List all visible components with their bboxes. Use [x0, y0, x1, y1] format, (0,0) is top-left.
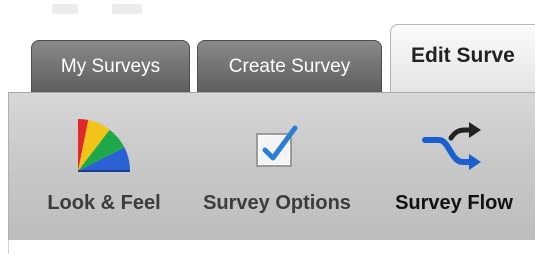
survey-flow-button[interactable]: Survey Flow — [389, 112, 519, 215]
tab-my-surveys-label: My Surveys — [60, 55, 161, 77]
top-bar — [0, 0, 535, 22]
tab-edit-survey[interactable]: Edit Surve — [390, 24, 535, 92]
survey-options-button[interactable]: Survey Options — [193, 112, 361, 215]
shuffle-arrows-icon — [419, 112, 489, 180]
survey-options-label: Survey Options — [203, 192, 351, 214]
toolbar-divider — [9, 92, 535, 93]
content-area-edge — [8, 240, 535, 254]
look-and-feel-button[interactable]: Look & Feel — [39, 112, 169, 215]
tab-create-survey[interactable]: Create Survey — [197, 40, 382, 92]
checkbox-icon — [242, 112, 312, 180]
edit-survey-toolbar: Look & Feel Survey Options Survey Flow — [8, 92, 535, 240]
tab-create-survey-label: Create Survey — [228, 55, 351, 77]
tab-my-surveys[interactable]: My Surveys — [31, 40, 190, 92]
survey-flow-label: Survey Flow — [395, 192, 513, 214]
look-and-feel-label: Look & Feel — [47, 192, 161, 214]
top-bar-placeholder — [52, 4, 78, 14]
tab-edit-survey-label: Edit Surve — [411, 43, 515, 67]
color-fan-icon — [69, 112, 139, 180]
top-bar-placeholder — [112, 4, 142, 14]
tab-bar: My Surveys Create Survey Edit Surve — [0, 22, 535, 92]
